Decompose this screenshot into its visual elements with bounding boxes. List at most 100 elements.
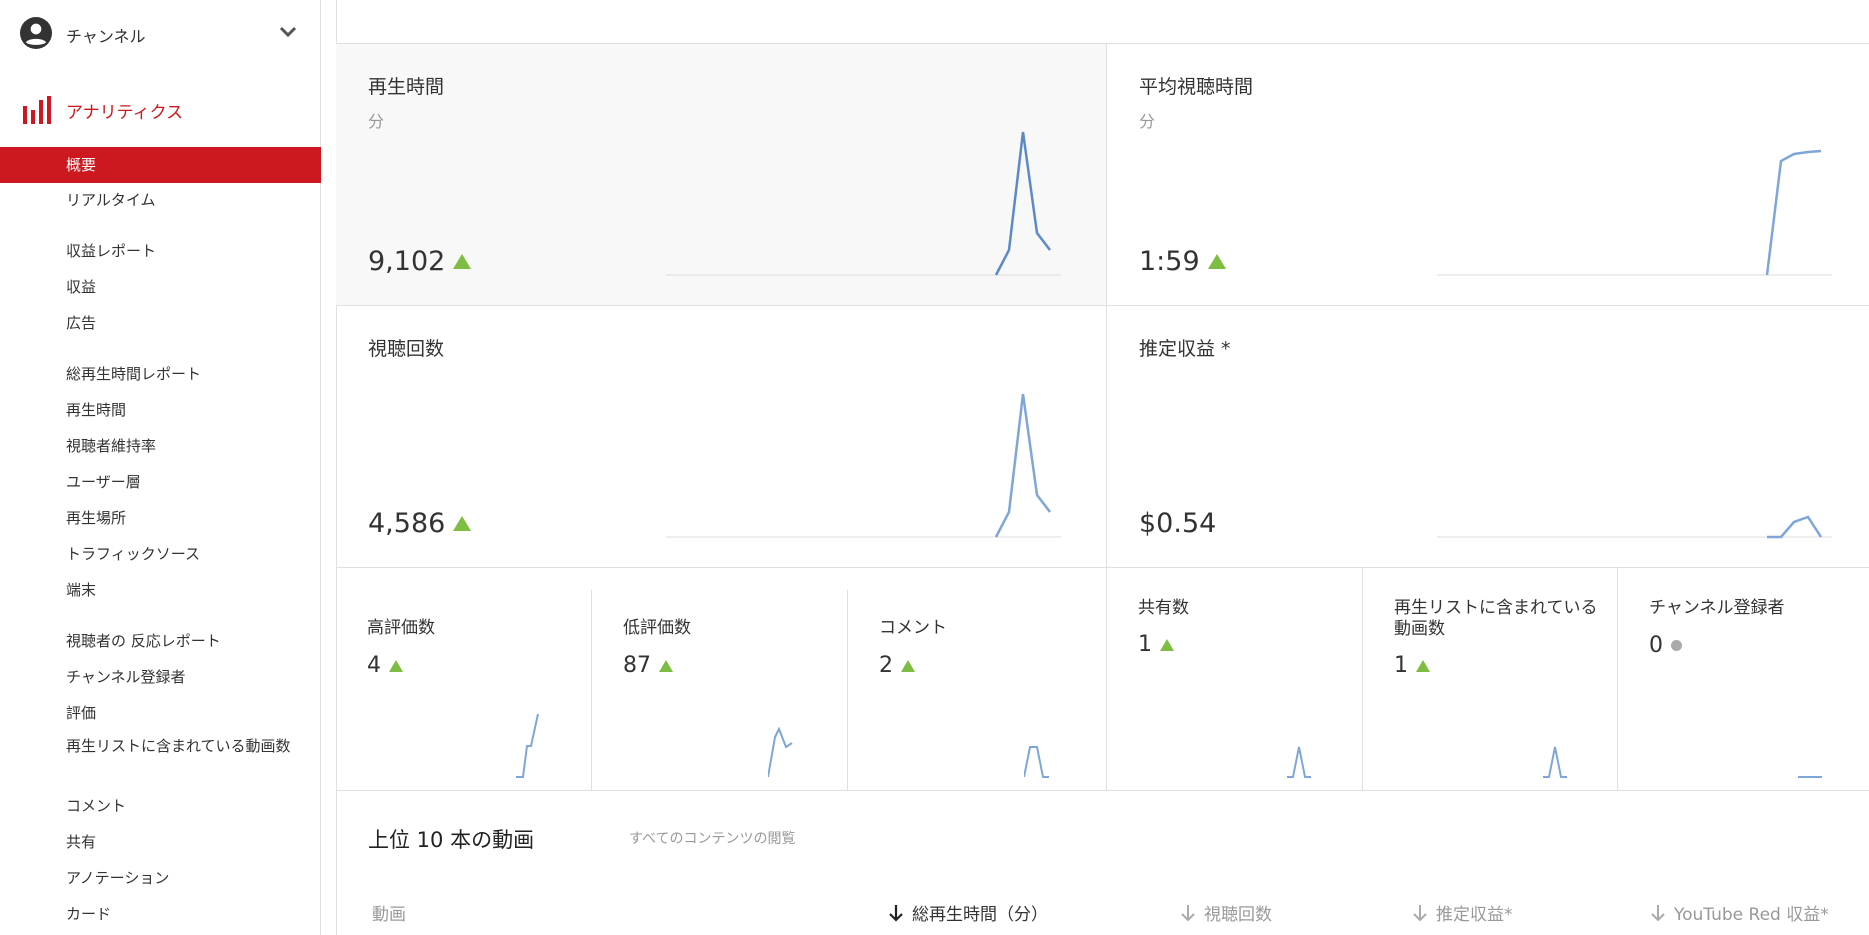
value-text: 1:59	[1139, 246, 1200, 277]
value-text: 4,586	[368, 508, 446, 539]
account-circle-icon	[20, 17, 52, 49]
metric-value: 0	[1649, 633, 1682, 658]
metric-shares[interactable]: 共有数 1	[1107, 570, 1362, 790]
sidebar-item-engagement-report[interactable]: 視聴者の 反応レポート	[0, 623, 321, 659]
card-title: 推定収益 *	[1139, 338, 1231, 360]
value-text: 1	[1138, 632, 1152, 657]
metric-subscribers[interactable]: チャンネル登録者 0	[1618, 570, 1869, 790]
arrow-down-icon	[1181, 904, 1195, 921]
sidebar-item-subscribers[interactable]: チャンネル登録者	[0, 659, 321, 695]
metric-playlist-videos[interactable]: 再生リストに含まれている動画数 1	[1363, 570, 1617, 790]
card-watch-time[interactable]: 再生時間 分 9,102	[336, 44, 1106, 306]
sidebar-section-analytics[interactable]: アナリティクス	[0, 90, 321, 130]
sidebar-item-sharing[interactable]: 共有	[0, 824, 321, 860]
sidebar-item-revenue[interactable]: 収益	[0, 269, 321, 305]
metric-value: 4	[367, 653, 403, 678]
sidebar-item-ads[interactable]: 広告	[0, 305, 321, 341]
top-bar	[336, 0, 1869, 44]
card-unit: 分	[1139, 112, 1156, 131]
card-estimated-revenue[interactable]: 推定収益 * $0.54	[1107, 306, 1869, 568]
sidebar-item-traffic-sources[interactable]: トラフィックソース	[0, 536, 321, 572]
metric-title: チャンネル登録者	[1649, 598, 1785, 618]
sidebar-item-cards[interactable]: カード	[0, 896, 321, 932]
card-value: 9,102	[368, 246, 472, 277]
card-value: $0.54	[1139, 508, 1216, 539]
sidebar-item-comments[interactable]: コメント	[0, 788, 321, 824]
metric-title: 低評価数	[623, 618, 691, 638]
column-label: 推定収益*	[1436, 905, 1513, 925]
arrow-down-icon	[1413, 904, 1427, 921]
metric-title: 再生リストに含まれている動画数	[1394, 598, 1598, 639]
chevron-down-icon[interactable]	[278, 22, 298, 42]
column-label: 視聴回数	[1204, 905, 1272, 925]
column-label: 動画	[372, 905, 406, 925]
metric-value: 2	[879, 653, 915, 678]
col-watch-time[interactable]: 総再生時間（分）	[888, 900, 1048, 925]
trend-up-icon	[901, 659, 915, 672]
trend-up-icon	[453, 254, 472, 269]
sidebar-item-realtime[interactable]: リアルタイム	[0, 182, 321, 218]
sidebar-item-overview[interactable]: 概要	[0, 147, 321, 183]
column-label: YouTube Red 収益*	[1674, 905, 1829, 925]
card-title: 平均視聴時間	[1139, 76, 1254, 98]
trend-up-icon	[659, 659, 673, 672]
card-title: 視聴回数	[368, 338, 445, 360]
watch-time-sparkline	[666, 131, 1061, 276]
sidebar-item-annotations[interactable]: アノテーション	[0, 860, 321, 896]
shares-sparkline	[1287, 746, 1311, 778]
playlist-videos-sparkline	[1543, 746, 1567, 778]
likes-sparkline	[516, 713, 539, 778]
metric-comments[interactable]: コメント 2	[848, 570, 1106, 790]
all-content-link[interactable]: すべてのコンテンツの閲覧	[629, 829, 809, 849]
analytics-label: アナリティクス	[66, 103, 184, 123]
sidebar-item-playback-locations[interactable]: 再生場所	[0, 500, 321, 536]
trend-up-icon	[1207, 254, 1226, 269]
card-value: 1:59	[1139, 246, 1226, 277]
metric-value: 87	[623, 653, 673, 678]
sidebar-item-demographics[interactable]: ユーザー層	[0, 464, 321, 500]
metric-dislikes[interactable]: 低評価数 87	[592, 570, 847, 790]
dislikes-sparkline	[768, 726, 793, 778]
sidebar-item-playlist-videos[interactable]: 再生リストに含まれている動画数	[0, 733, 300, 785]
comments-sparkline	[1024, 746, 1049, 778]
metric-title: 共有数	[1138, 598, 1189, 618]
sidebar-item-watch-time-report[interactable]: 総再生時間レポート	[0, 356, 321, 392]
card-views[interactable]: 視聴回数 4,586	[336, 306, 1106, 568]
subscribers-sparkline	[1798, 776, 1822, 778]
divider	[336, 790, 1869, 791]
arrow-down-icon	[1651, 904, 1665, 921]
metric-value: 1	[1394, 653, 1430, 678]
sidebar-item-revenue-report[interactable]: 収益レポート	[0, 233, 321, 269]
value-text: 4	[367, 653, 381, 678]
bar-chart-icon	[23, 96, 51, 124]
avg-view-duration-sparkline	[1437, 149, 1832, 276]
metric-title: コメント	[879, 618, 947, 638]
top-videos-title: 上位 10 本の動画	[368, 828, 535, 852]
arrow-down-icon	[889, 904, 903, 922]
value-text: $0.54	[1139, 508, 1217, 539]
views-sparkline	[666, 393, 1061, 538]
sidebar: チャンネル アナリティクス 概要 リアルタイム 収益レポート 収益 広告 総再生…	[0, 0, 321, 935]
trend-up-icon	[389, 659, 403, 672]
sidebar-item-devices[interactable]: 端末	[0, 572, 321, 608]
main-content: 再生時間 分 9,102 平均視聴時間 分 1:59 視聴回数 4,586 推定…	[336, 0, 1869, 935]
sidebar-item-watch-time[interactable]: 再生時間	[0, 392, 321, 428]
value-text: 87	[623, 653, 651, 678]
value-text: 0	[1649, 633, 1663, 658]
channel-selector[interactable]: チャンネル	[0, 0, 321, 66]
col-video[interactable]: 動画	[372, 900, 406, 925]
col-views[interactable]: 視聴回数	[1180, 900, 1272, 925]
metric-value: 1	[1138, 632, 1174, 657]
col-red-revenue[interactable]: YouTube Red 収益*	[1650, 900, 1829, 925]
metric-likes[interactable]: 高評価数 4	[336, 570, 591, 790]
card-title: 再生時間	[368, 76, 445, 98]
revenue-sparkline	[1437, 515, 1832, 539]
sidebar-item-audience-retention[interactable]: 視聴者維持率	[0, 428, 321, 464]
card-avg-view-duration[interactable]: 平均視聴時間 分 1:59	[1107, 44, 1869, 306]
col-revenue[interactable]: 推定収益*	[1412, 900, 1513, 925]
trend-flat-icon	[1671, 640, 1682, 651]
trend-up-icon	[1160, 638, 1174, 651]
value-text: 1	[1394, 653, 1408, 678]
sidebar-item-ratings[interactable]: 評価	[0, 695, 321, 731]
channel-label: チャンネル	[66, 27, 146, 46]
